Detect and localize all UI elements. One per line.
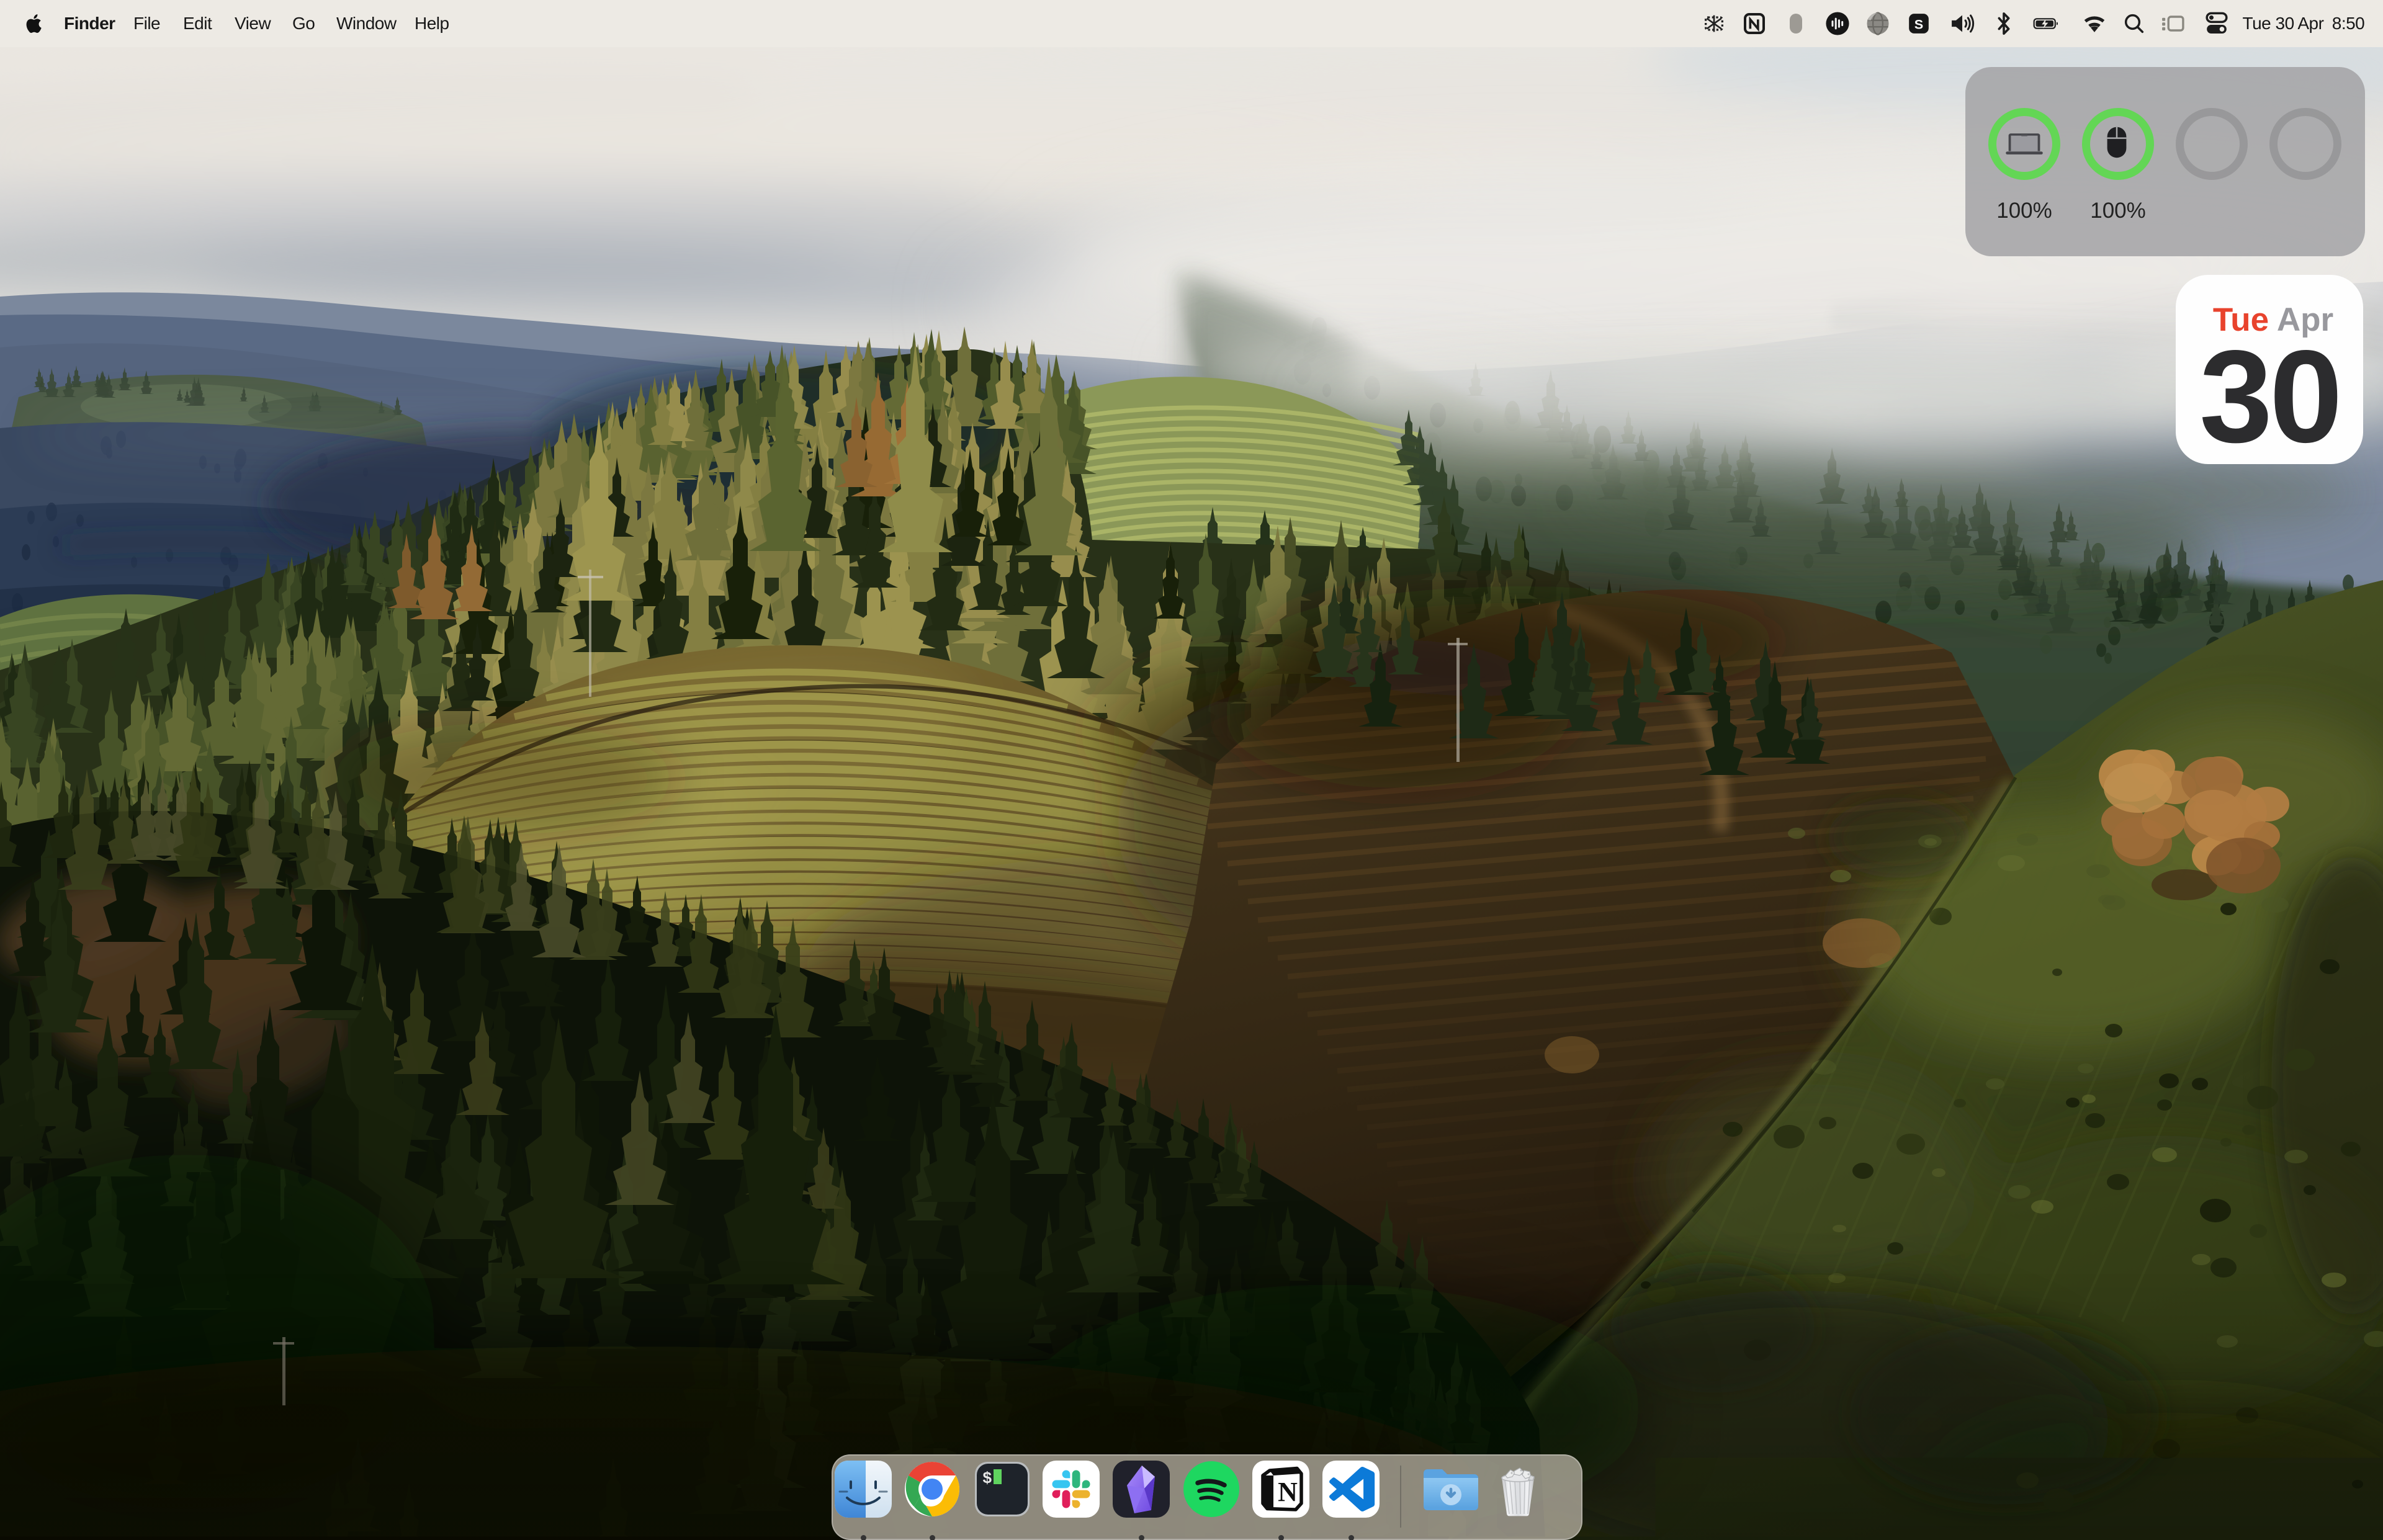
- svg-text:S: S: [1914, 16, 1923, 32]
- svg-text:N: N: [1278, 1477, 1298, 1507]
- svg-text:$: $: [982, 1469, 992, 1488]
